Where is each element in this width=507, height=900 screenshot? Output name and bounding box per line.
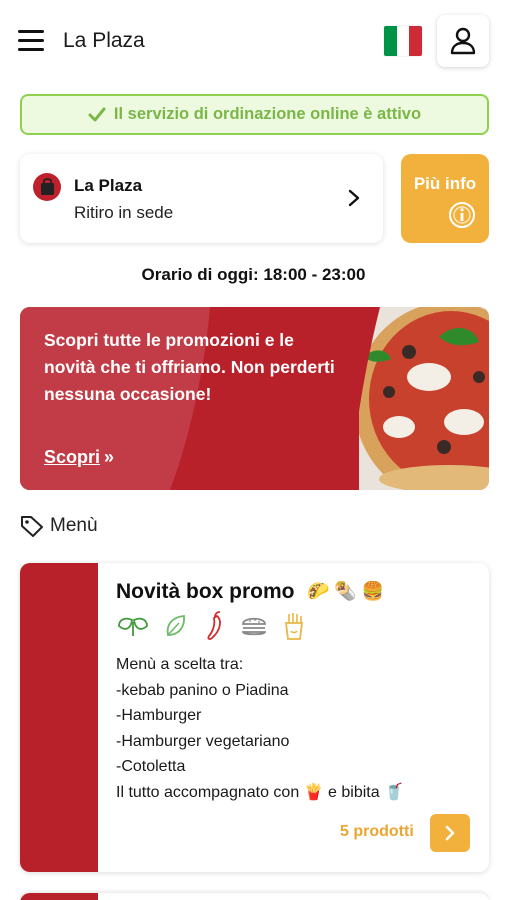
product-title: Novità box promo <box>116 580 295 603</box>
menu-section-label: Menù <box>50 515 98 536</box>
store-name: La Plaza <box>74 176 143 195</box>
chevron-right-icon <box>445 825 455 841</box>
user-account-button[interactable] <box>437 15 489 67</box>
online-ordering-status-banner: Il servizio di ordinazione online è atti… <box>20 94 489 135</box>
product-title-emojis: 🌮 🌯 🍔 <box>307 581 385 601</box>
product-attribute-icons <box>116 610 306 642</box>
description-line: -Hamburger <box>116 707 202 725</box>
description-line: Menù a scelta tra: <box>116 656 244 673</box>
product-image-stripe <box>20 893 98 900</box>
more-info-label: Più info <box>413 174 477 193</box>
product-count: 5 prodotti <box>340 823 414 840</box>
spicy-icon <box>207 611 221 640</box>
app-title: La Plaza <box>63 29 145 52</box>
description-line: -Cotoletta <box>116 758 186 776</box>
menu-hamburger-icon[interactable] <box>18 30 44 52</box>
more-info-button[interactable]: Più info <box>401 154 489 243</box>
top-bar: La Plaza <box>0 0 507 84</box>
shopping-bag-icon <box>33 173 61 201</box>
description-line: Il tutto accompagnato con 🍟 e bibita 🥤 <box>116 783 404 801</box>
vegetarian-icon <box>166 615 185 636</box>
next-product-card[interactable] <box>20 893 489 900</box>
double-chevron-right-icon: » <box>104 447 115 467</box>
promo-text: Scopri tutte le promozioni e le novità c… <box>44 330 335 404</box>
tag-icon <box>21 516 43 537</box>
discover-link-label: Scopri <box>44 447 101 467</box>
discover-link[interactable]: Scopri» <box>44 447 114 468</box>
vegan-icon <box>118 617 148 636</box>
menu-section-heading: Menù <box>20 515 98 537</box>
italian-flag-icon[interactable] <box>384 26 422 56</box>
store-delivery-mode: Ritiro in sede <box>74 203 174 222</box>
today-opening-hours: Orario di oggi: 18:00 - 23:00 <box>141 265 366 284</box>
description-line: -Hamburger vegetariano <box>116 732 290 750</box>
product-description: Menù a scelta tra: -kebab panino o Piadi… <box>116 652 404 806</box>
user-icon <box>450 27 476 55</box>
check-icon <box>88 107 106 121</box>
store-selector-card[interactable]: La Plaza Ritiro in sede <box>20 154 383 243</box>
fries-icon <box>284 613 304 640</box>
product-card[interactable]: Novità box promo 🌮 🌯 🍔 Menù a scelta tra… <box>20 563 489 872</box>
description-line: -kebab panino o Piadina <box>116 681 289 699</box>
chevron-right-icon <box>348 189 360 207</box>
promotions-banner[interactable]: Scopri tutte le promozioni e le novità c… <box>20 307 489 490</box>
burger-icon <box>242 617 266 636</box>
info-icon <box>449 202 475 228</box>
open-product-button[interactable] <box>430 814 470 852</box>
status-text: Il servizio di ordinazione online è atti… <box>113 105 422 123</box>
product-image-stripe <box>20 563 98 872</box>
